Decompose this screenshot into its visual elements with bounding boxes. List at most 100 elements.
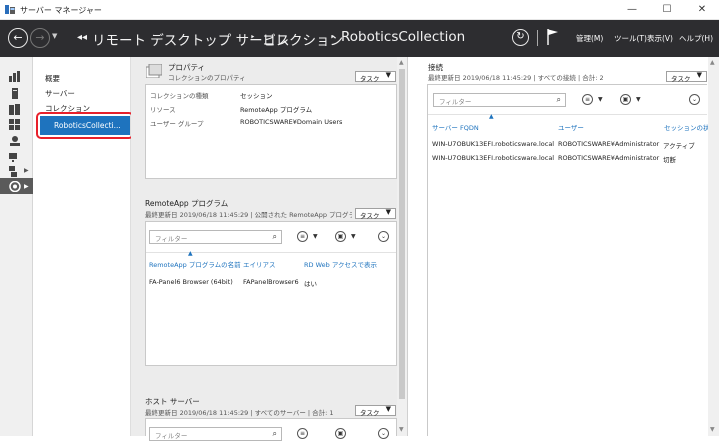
selection-highlight-box [36, 112, 134, 139]
toolbar-divider [537, 30, 538, 46]
close-button[interactable]: ✕ [685, 0, 719, 20]
menu-tools[interactable]: ツール(T) [614, 33, 647, 44]
maximize-button[interactable]: ☐ [650, 0, 684, 20]
task-label: タスク [671, 75, 691, 83]
cell: WIN-U7OBUK13EFI.roboticsware.local [432, 140, 555, 148]
history-dropdown-icon[interactable]: ▼ [52, 32, 57, 40]
scroll-up-icon[interactable]: ▲ [399, 59, 404, 66]
all-servers-icon[interactable] [9, 104, 21, 115]
column-header[interactable]: RemoteApp プログラムの名前 [149, 259, 241, 269]
scroll-up-icon[interactable]: ▲ [710, 59, 715, 66]
right-scrollbar[interactable]: ▲ ▼ [708, 57, 719, 436]
notifications-flag-icon[interactable] [547, 28, 559, 46]
property-label: ユーザー グループ [150, 120, 204, 128]
title-bar: サーバー マネージャー — ☐ ✕ [0, 0, 719, 20]
property-value: ROBOTICSWARE¥Domain Users [240, 118, 343, 126]
expand-collapse-icon[interactable]: ⌄ [689, 94, 700, 105]
properties-task-button[interactable]: タスク ▼ [355, 71, 396, 83]
dropdown-arrow-icon[interactable]: ▼ [636, 96, 641, 103]
filter-placeholder: フィルター [155, 432, 188, 440]
menu-help[interactable]: ヘルプ(H) [679, 33, 713, 44]
remoteapp-task-button[interactable]: タスク ▼ [355, 208, 396, 220]
properties-subtitle: コレクションのプロパティ [168, 74, 246, 82]
nav-servers[interactable]: サーバー [45, 88, 75, 99]
hostservers-filter-input[interactable]: フィルター ⌕ [149, 427, 282, 441]
scrollbar-thumb[interactable] [399, 69, 405, 399]
task-label: タスク [360, 75, 380, 83]
cell: FAPanelBrowser6 [243, 278, 299, 286]
breadcrumb-current[interactable]: RoboticsCollection [341, 29, 465, 45]
save-query-icon[interactable]: ▣ [335, 231, 346, 242]
table-row[interactable]: WIN-U7OBUK13EFI.roboticsware.local ROBOT… [428, 153, 707, 165]
search-icon[interactable]: ⌕ [557, 95, 561, 105]
hostservers-task-button[interactable]: タスク ▼ [355, 405, 396, 417]
breadcrumb-item[interactable]: リモート デスクトップ サービス [92, 29, 290, 49]
save-query-icon[interactable]: ▣ [620, 94, 631, 105]
scroll-down-icon[interactable]: ▼ [399, 426, 404, 433]
nav-overview[interactable]: 概要 [45, 73, 60, 84]
cell: 切断 [663, 156, 676, 164]
left-icon-rail: ▶ ▶ [0, 57, 33, 436]
search-icon[interactable]: ⌕ [273, 429, 277, 439]
expand-collapse-icon[interactable]: ⌄ [378, 428, 389, 439]
local-server-icon[interactable] [9, 88, 21, 99]
server-manager-app-icon [5, 4, 16, 15]
back-button[interactable]: ← [8, 28, 28, 48]
center-scrollbar[interactable]: ▲ ▼ [397, 57, 407, 436]
search-icon[interactable]: ⌕ [273, 232, 277, 242]
expand-collapse-icon[interactable]: ⌄ [378, 231, 389, 242]
sort-ascending-icon: ▲ [188, 250, 193, 257]
remoteapp-subtitle: 最終更新日 2019/06/18 11:45:29 | 公開された Remote… [145, 211, 352, 219]
list-view-icon[interactable]: ≡ [297, 428, 308, 439]
property-value: RemoteApp プログラム [240, 106, 313, 114]
connections-filter-input[interactable]: フィルター ⌕ [433, 93, 566, 107]
column-header[interactable]: RD Web アクセスで表示 [304, 259, 377, 269]
menu-view[interactable]: 表示(V) [647, 33, 673, 44]
cell: FA-Panel6 Browser (64bit) [149, 278, 233, 286]
list-view-icon[interactable]: ≡ [582, 94, 593, 105]
column-header[interactable]: ユーザー [558, 122, 584, 132]
table-row[interactable]: WIN-U7OBUK13EFI.roboticsware.local ROBOT… [428, 139, 707, 151]
connections-subtitle: 最終更新日 2019/06/18 11:45:29 | すべての接続 | 合計:… [428, 74, 604, 82]
breadcrumb-separator: ‣ [250, 33, 256, 43]
dropdown-arrow-icon[interactable]: ▼ [313, 233, 318, 240]
breadcrumb-separator: ‣ [330, 33, 336, 43]
column-header[interactable]: エイリアス [243, 259, 276, 269]
rds-icon[interactable] [9, 151, 21, 162]
remoteapp-filter-input[interactable]: フィルター ⌕ [149, 230, 282, 244]
server-group-icon[interactable] [9, 166, 21, 177]
cell: はい [304, 280, 317, 288]
dropdown-arrow-icon[interactable]: ▼ [598, 96, 603, 103]
connections-task-button[interactable]: タスク ▼ [666, 71, 707, 83]
minimize-button[interactable]: — [615, 0, 649, 20]
window-title: サーバー マネージャー [20, 6, 102, 15]
filter-placeholder: フィルター [155, 235, 188, 243]
cell: ROBOTICSWARE¥Administrator [558, 154, 660, 162]
table-row[interactable]: FA-Panel6 Browser (64bit) FAPanelBrowser… [146, 277, 396, 289]
navigation-bar: ← → ▼ ◂◂ リモート デスクトップ サービス ‣ コレクション ‣ Rob… [0, 20, 719, 57]
property-value: セッション [240, 92, 273, 100]
save-query-icon[interactable]: ▣ [335, 428, 346, 439]
file-storage-icon[interactable] [9, 119, 21, 130]
menu-manage[interactable]: 管理(M) [576, 33, 603, 44]
list-view-icon[interactable]: ≡ [297, 231, 308, 242]
dropdown-arrow-icon: ▼ [385, 71, 391, 79]
iis-icon[interactable] [9, 135, 21, 146]
divider [146, 252, 396, 253]
property-label: コレクションの種類 [150, 92, 209, 100]
remote-desktop-services-icon [9, 180, 21, 193]
filter-placeholder: フィルター [439, 98, 472, 106]
column-header[interactable]: サーバー FQDN [432, 122, 479, 132]
expand-arrow-icon[interactable]: ▶ [24, 167, 29, 174]
column-header[interactable]: セッションの状 [664, 122, 710, 132]
property-label: リソース [150, 106, 176, 114]
refresh-icon[interactable]: ↻ [512, 29, 529, 46]
forward-button[interactable]: → [30, 28, 50, 48]
dashboard-icon[interactable] [9, 71, 21, 82]
scroll-down-icon[interactable]: ▼ [710, 426, 715, 433]
hostservers-title: ホスト サーバー [145, 397, 200, 406]
dropdown-arrow-icon[interactable]: ▼ [351, 233, 356, 240]
expand-arrow-icon[interactable]: ▶ [24, 183, 29, 190]
properties-icon [145, 63, 163, 79]
task-label: タスク [360, 409, 380, 417]
